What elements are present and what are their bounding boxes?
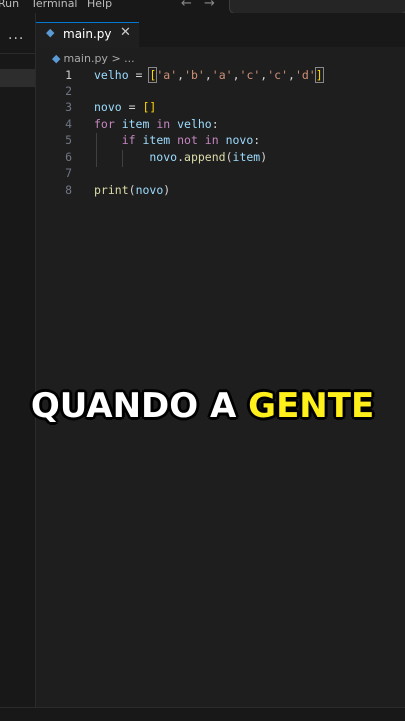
code-text: print(novo) xyxy=(94,183,171,197)
breadcrumb-more[interactable]: ... xyxy=(124,52,135,65)
tab-label: main.py xyxy=(63,27,112,41)
video-caption: QUANDO A GENTE xyxy=(0,386,405,426)
line-number: 6 xyxy=(65,150,72,164)
code-line: 5 if item not in novo: xyxy=(36,133,405,150)
chevron-right-icon: > xyxy=(111,52,121,65)
code-line: 2 xyxy=(36,84,405,101)
code-line: 1 velho = ['a','b','a','c','c','d'] xyxy=(36,67,405,85)
menu-run[interactable]: Run xyxy=(0,0,19,10)
code-line: 8 print(novo) xyxy=(36,183,405,200)
explorer-sidebar: ... xyxy=(0,13,36,707)
status-bar xyxy=(0,707,405,721)
sidebar-divider xyxy=(0,53,35,54)
line-number: 7 xyxy=(65,166,72,180)
line-number: 1 xyxy=(65,68,72,82)
breadcrumb: ◆ main.py > ... xyxy=(52,52,135,65)
code-text: velho = ['a','b','a','c','c','d'] xyxy=(94,67,324,83)
forward-arrow-icon[interactable]: → xyxy=(204,0,215,11)
breadcrumb-file[interactable]: main.py xyxy=(63,52,107,65)
close-icon[interactable]: ✕ xyxy=(120,25,131,40)
code-text: novo = [] xyxy=(94,100,157,114)
menu-help[interactable]: Help xyxy=(87,0,112,10)
caption-highlight: GENTE xyxy=(248,386,375,426)
line-number: 8 xyxy=(65,183,72,197)
line-number: 2 xyxy=(65,84,72,98)
tab-main-py[interactable]: ◆ main.py ✕ xyxy=(36,22,139,48)
sidebar-selected-item[interactable] xyxy=(0,69,35,87)
code-line: 4 for item in velho: xyxy=(36,117,405,134)
caption-text: QUANDO A xyxy=(30,386,249,426)
code-line: 7 xyxy=(36,166,405,183)
code-text: for item in velho: xyxy=(94,117,219,131)
line-number: 3 xyxy=(65,100,72,114)
code-text: if item not in novo: xyxy=(121,133,261,147)
back-arrow-icon[interactable]: ← xyxy=(181,0,192,11)
line-number: 4 xyxy=(65,117,72,131)
menu-terminal[interactable]: Terminal xyxy=(31,0,78,10)
tab-bar: ◆ main.py ✕ xyxy=(36,13,405,48)
line-number: 5 xyxy=(65,133,72,147)
more-actions-icon[interactable]: ... xyxy=(8,27,24,43)
menu-bar: Run Terminal Help ← → xyxy=(0,0,405,14)
python-file-icon: ◆ xyxy=(52,52,61,65)
command-center[interactable] xyxy=(229,0,405,14)
code-line: 6 novo.append(item) xyxy=(36,150,405,167)
code-line: 3 novo = [] xyxy=(36,100,405,117)
code-text: novo.append(item) xyxy=(94,150,268,164)
python-file-icon: ◆ xyxy=(46,26,55,39)
